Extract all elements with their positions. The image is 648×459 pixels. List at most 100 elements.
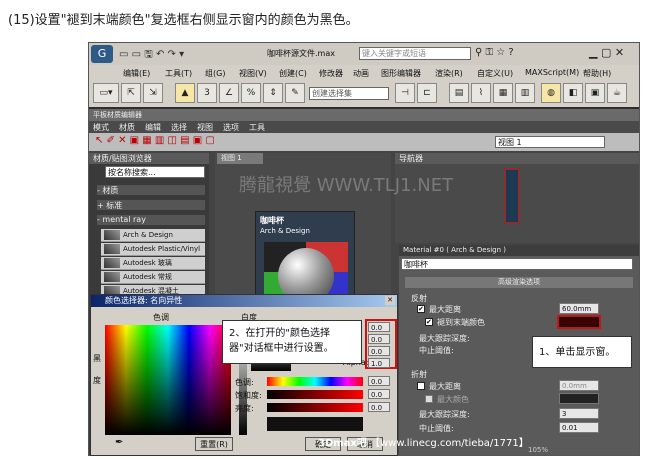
app-logo-icon[interactable]: G bbox=[91, 45, 113, 63]
menu-view[interactable]: 视图(V) bbox=[239, 68, 267, 79]
material-editor-icon[interactable]: ◍ bbox=[541, 83, 561, 103]
menu-graph-editors[interactable]: 图形编辑器 bbox=[381, 68, 421, 79]
search-input[interactable]: 键入关键字或短语 bbox=[359, 47, 471, 60]
me-menu-mode[interactable]: 模式 bbox=[93, 122, 109, 133]
unlink-icon[interactable]: ⇲ bbox=[143, 83, 163, 103]
select-icon[interactable]: ▲ bbox=[175, 83, 195, 103]
percent-snap-icon[interactable]: % bbox=[241, 83, 261, 103]
max-distance-checkbox[interactable]: ✔ bbox=[417, 305, 425, 313]
rollout-advanced[interactable]: 高级渲染选项 bbox=[405, 277, 633, 288]
footer-url: 【www.linecg.com/tieba/1771】 bbox=[370, 438, 529, 449]
color2-swatch[interactable] bbox=[559, 393, 599, 404]
quick-access-icons[interactable]: ▭ ▭ 🖫 ↶ ↷ ▾ bbox=[119, 47, 184, 64]
menu-animation[interactable]: 动画 bbox=[353, 68, 369, 79]
menu-maxscript[interactable]: MAXScript(M) bbox=[525, 68, 579, 77]
value-label: 亮度: bbox=[235, 404, 254, 413]
undo-dropdown-icon[interactable]: ▭▾ bbox=[93, 83, 119, 103]
eyedropper-icon[interactable]: ✒ bbox=[115, 437, 123, 448]
degree-label: 度 bbox=[93, 376, 101, 385]
color2-checkbox[interactable] bbox=[425, 395, 433, 403]
material-editor-menubar: 模式 材质 编辑 选择 视图 选项 工具 bbox=[89, 121, 639, 133]
table-icon[interactable]: ▥ bbox=[515, 83, 535, 103]
hue-blackness-field[interactable] bbox=[105, 325, 231, 435]
view-select-dropdown[interactable]: 视图 1 bbox=[495, 136, 605, 148]
me-menu-select[interactable]: 选择 bbox=[171, 122, 187, 133]
max-depth2-label: 最大跟踪深度: bbox=[419, 410, 470, 419]
render-frame-icon[interactable]: ▣ bbox=[585, 83, 605, 103]
cutoff2-spinner[interactable]: 0.01 bbox=[559, 422, 599, 433]
window-controls[interactable]: ▁ ▢ ✕ bbox=[589, 46, 624, 59]
hue-label: 色调 bbox=[153, 313, 169, 322]
menu-tools[interactable]: 工具(T) bbox=[165, 68, 192, 79]
menu-modifiers[interactable]: 修改器 bbox=[319, 68, 343, 79]
material-editor-toolbar: ↖ ✐ ✕ ▣ ▦ ▥ ◫ ▤ ▣ ▢ 视图 1 bbox=[89, 133, 639, 151]
render-setup-icon[interactable]: ◧ bbox=[563, 83, 583, 103]
list-item[interactable]: Autodesk 玻璃 bbox=[101, 257, 205, 270]
max-distance-spinner[interactable]: 60.0mm bbox=[559, 303, 599, 314]
browser-title: 材质/贴图浏览器 bbox=[89, 153, 209, 164]
group-materials[interactable]: - 材质 bbox=[97, 185, 205, 195]
menu-help[interactable]: 帮助(H) bbox=[583, 68, 611, 79]
browser-search-input[interactable]: 按名称搜索... bbox=[105, 166, 205, 178]
me-menu-view[interactable]: 视图 bbox=[197, 122, 213, 133]
menu-edit[interactable]: 编辑(E) bbox=[123, 68, 150, 79]
me-menu-edit[interactable]: 编辑 bbox=[145, 122, 161, 133]
cutoff-label: 中止阈值: bbox=[419, 346, 454, 355]
material-name-input[interactable]: 咖啡杯 bbox=[401, 258, 633, 270]
material-swatch-icon bbox=[104, 244, 120, 254]
mirror-icon[interactable]: ⊣ bbox=[395, 83, 415, 103]
value-spinner[interactable]: 0.0 bbox=[368, 402, 390, 412]
blackness-label: 黑 bbox=[93, 354, 101, 363]
search-icon[interactable]: ⚲ ⚿ ☆ ? bbox=[475, 47, 514, 58]
render-icon[interactable]: ☕ bbox=[607, 83, 627, 103]
reset-button[interactable]: 重置(R) bbox=[195, 437, 233, 451]
selection-set-dropdown[interactable]: 创建选择集 bbox=[309, 87, 389, 100]
menu-group[interactable]: 组(G) bbox=[205, 68, 225, 79]
me-menu-material[interactable]: 材质 bbox=[119, 122, 135, 133]
list-item[interactable]: Autodesk 常规 bbox=[101, 271, 205, 284]
refract-group-label: 折射 bbox=[411, 370, 427, 379]
menu-rendering[interactable]: 渲染(R) bbox=[435, 68, 463, 79]
fade-checkbox[interactable]: ✔ bbox=[425, 318, 433, 326]
spinner-snap-icon[interactable]: ⇕ bbox=[263, 83, 283, 103]
curve-editor-icon[interactable]: ⌇ bbox=[471, 83, 491, 103]
color-picker-dialog: 颜色选择器: 名向异性 ✕ 色调 白度 黑 度 红: 绿: 蓝: Alpha: … bbox=[90, 294, 398, 456]
menu-customize[interactable]: 自定义(U) bbox=[477, 68, 513, 79]
color2-label: 最大颜色 bbox=[437, 395, 469, 404]
group-standard[interactable]: + 标准 bbox=[97, 200, 205, 210]
list-item[interactable]: Arch & Design bbox=[101, 229, 205, 242]
hue-spinner[interactable]: 0.0 bbox=[368, 376, 390, 386]
fade-color-swatch[interactable] bbox=[557, 315, 601, 329]
group-mental-ray[interactable]: - mental ray bbox=[97, 215, 205, 225]
tab-view1[interactable]: 视图 1 bbox=[217, 153, 263, 164]
material-swatch-icon bbox=[104, 258, 120, 268]
cutoff2-label: 中止阈值: bbox=[419, 424, 454, 433]
red-spinner[interactable]: 0.0 bbox=[368, 322, 390, 332]
layer-icon[interactable]: ▤ bbox=[449, 83, 469, 103]
navigator-node-icon[interactable] bbox=[505, 169, 519, 223]
align-icon[interactable]: ⊏ bbox=[417, 83, 437, 103]
close-icon[interactable]: ✕ bbox=[385, 296, 395, 305]
menu-create[interactable]: 创建(C) bbox=[279, 68, 307, 79]
max-distance2-checkbox[interactable] bbox=[417, 382, 425, 390]
angle-snap-icon[interactable]: ∠ bbox=[219, 83, 239, 103]
alpha-spinner[interactable]: 1.0 bbox=[368, 358, 390, 368]
blue-spinner[interactable]: 0.0 bbox=[368, 346, 390, 356]
me-menu-options[interactable]: 选项 bbox=[223, 122, 239, 133]
value-slider[interactable] bbox=[267, 403, 363, 412]
named-sel-icon[interactable]: ✎ bbox=[285, 83, 305, 103]
hue-slider[interactable] bbox=[267, 377, 363, 386]
list-item[interactable]: Autodesk Plastic/Vinyl bbox=[101, 243, 205, 256]
link-icon[interactable]: ⇱ bbox=[121, 83, 141, 103]
max-depth2-spinner[interactable]: 3 bbox=[559, 408, 599, 419]
saturation-spinner[interactable]: 0.0 bbox=[368, 389, 390, 399]
list-item-label: Arch & Design bbox=[123, 231, 173, 239]
max-distance2-spinner[interactable]: 0.0mm bbox=[559, 380, 599, 391]
fade-label: 褪到末端颜色 bbox=[437, 318, 485, 327]
green-spinner[interactable]: 0.0 bbox=[368, 334, 390, 344]
snap-3-icon[interactable]: 3 bbox=[197, 83, 217, 103]
me-toolbar-icons[interactable]: ↖ ✐ ✕ ▣ ▦ ▥ ◫ ▤ ▣ ▢ bbox=[95, 135, 215, 146]
me-menu-tools[interactable]: 工具 bbox=[249, 122, 265, 133]
saturation-slider[interactable] bbox=[267, 390, 363, 399]
schematic-icon[interactable]: ▦ bbox=[493, 83, 513, 103]
